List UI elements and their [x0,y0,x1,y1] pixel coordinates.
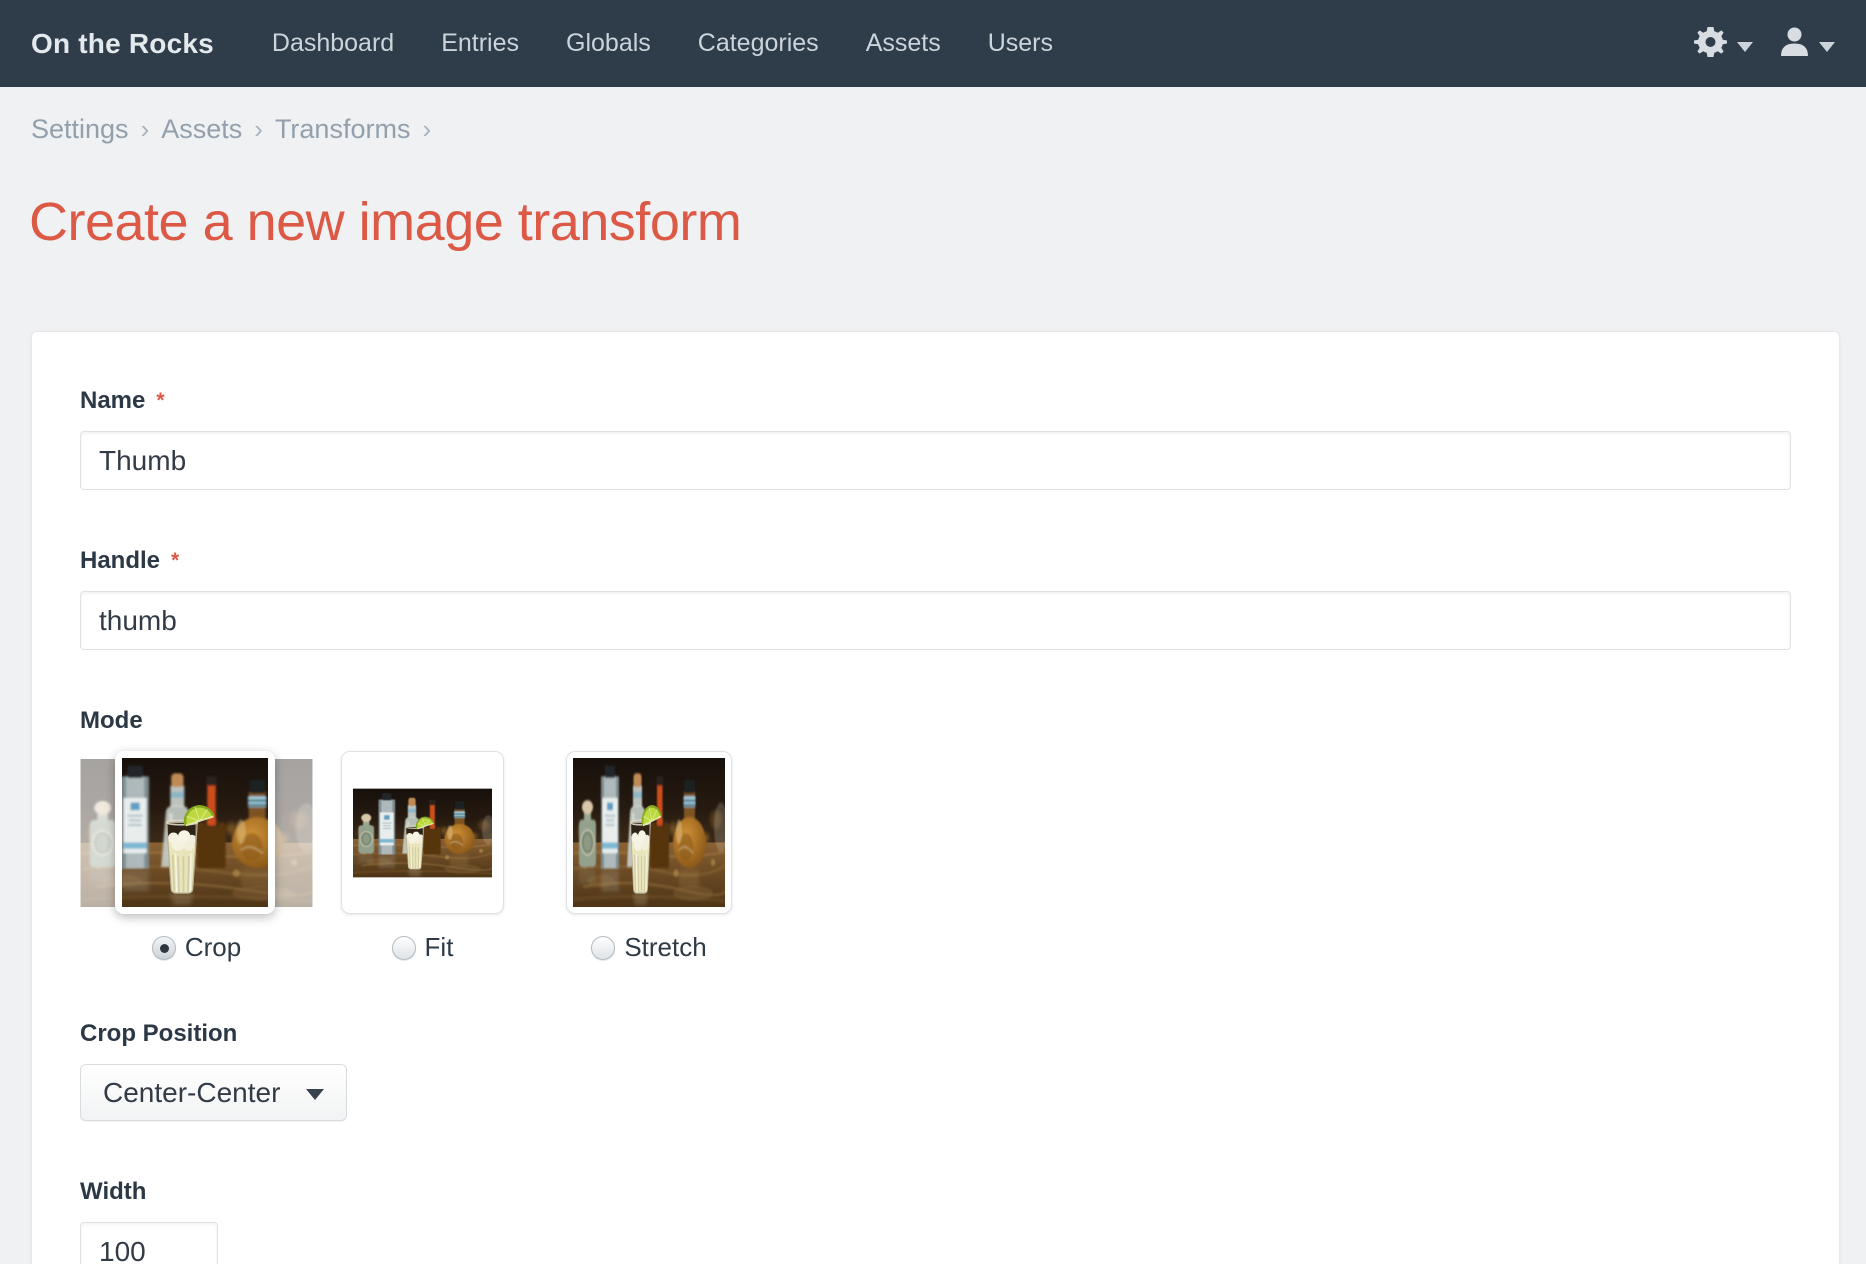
nav-item-users[interactable]: Users [988,29,1053,58]
crop-position-select[interactable]: Center-Center [80,1064,347,1121]
nav-item-globals[interactable]: Globals [566,29,651,58]
page-title: Create a new image transform [29,191,1866,253]
account-menu-button[interactable] [1779,26,1835,62]
fit-preview-image [353,787,492,879]
required-asterisk: * [156,389,164,413]
mode-radio-stretch[interactable]: Stretch [591,932,706,963]
breadcrumb-transforms[interactable]: Transforms [275,114,411,145]
breadcrumb-separator: › [254,114,263,145]
crop-position-field: Crop Position Center-Center [80,1020,1791,1121]
width-input[interactable] [80,1222,218,1264]
nav-item-assets[interactable]: Assets [866,29,941,58]
site-brand[interactable]: On the Rocks [31,28,214,60]
width-field: Width [80,1178,1791,1264]
crop-position-label: Crop Position [80,1020,1791,1048]
breadcrumb-settings[interactable]: Settings [31,114,129,145]
handle-label: Handle * [80,547,1791,575]
radio-button-selected[interactable] [152,936,176,960]
name-label: Name * [80,387,1791,415]
breadcrumb: Settings › Assets › Transforms › [31,114,1866,145]
width-label: Width [80,1178,1791,1206]
stretch-preview-image [573,758,725,907]
gear-icon [1693,24,1728,64]
mode-stretch-thumbnail[interactable] [566,751,732,914]
top-navbar: On the Rocks Dashboard Entries Globals C… [0,0,1866,87]
navbar-right-menus [1693,24,1835,64]
mode-options-row: Crop Fit Stretch [80,751,1791,963]
mode-option-stretch: Stretch [566,751,732,963]
handle-input[interactable] [80,591,1791,650]
name-field: Name * [80,387,1791,490]
radio-button[interactable] [591,936,615,960]
chevron-down-icon [306,1089,324,1100]
breadcrumb-separator: › [422,114,431,145]
name-input[interactable] [80,431,1791,490]
mode-option-crop: Crop [80,751,313,963]
mode-label: Mode [80,707,1791,735]
settings-menu-button[interactable] [1693,24,1753,64]
nav-item-entries[interactable]: Entries [441,29,519,58]
mode-crop-thumbnail[interactable] [80,751,313,914]
radio-button[interactable] [392,936,416,960]
mode-fit-thumbnail[interactable] [341,751,504,914]
nav-item-categories[interactable]: Categories [698,29,819,58]
crop-preview-image [115,751,275,914]
mode-field: Mode Crop [80,707,1791,963]
chevron-down-icon [1819,42,1835,52]
user-icon [1779,26,1810,62]
chevron-down-icon [1737,42,1753,52]
handle-field: Handle * [80,547,1791,650]
required-asterisk: * [171,549,179,573]
mode-radio-crop[interactable]: Crop [152,932,241,963]
mode-option-fit: Fit [341,751,504,963]
nav-item-dashboard[interactable]: Dashboard [272,29,394,58]
breadcrumb-assets[interactable]: Assets [161,114,242,145]
mode-radio-fit[interactable]: Fit [392,932,454,963]
breadcrumb-separator: › [141,114,150,145]
crop-position-value: Center-Center [103,1077,280,1109]
transform-form-card: Name * Handle * Mode [31,331,1840,1264]
primary-nav: Dashboard Entries Globals Categories Ass… [272,29,1053,58]
